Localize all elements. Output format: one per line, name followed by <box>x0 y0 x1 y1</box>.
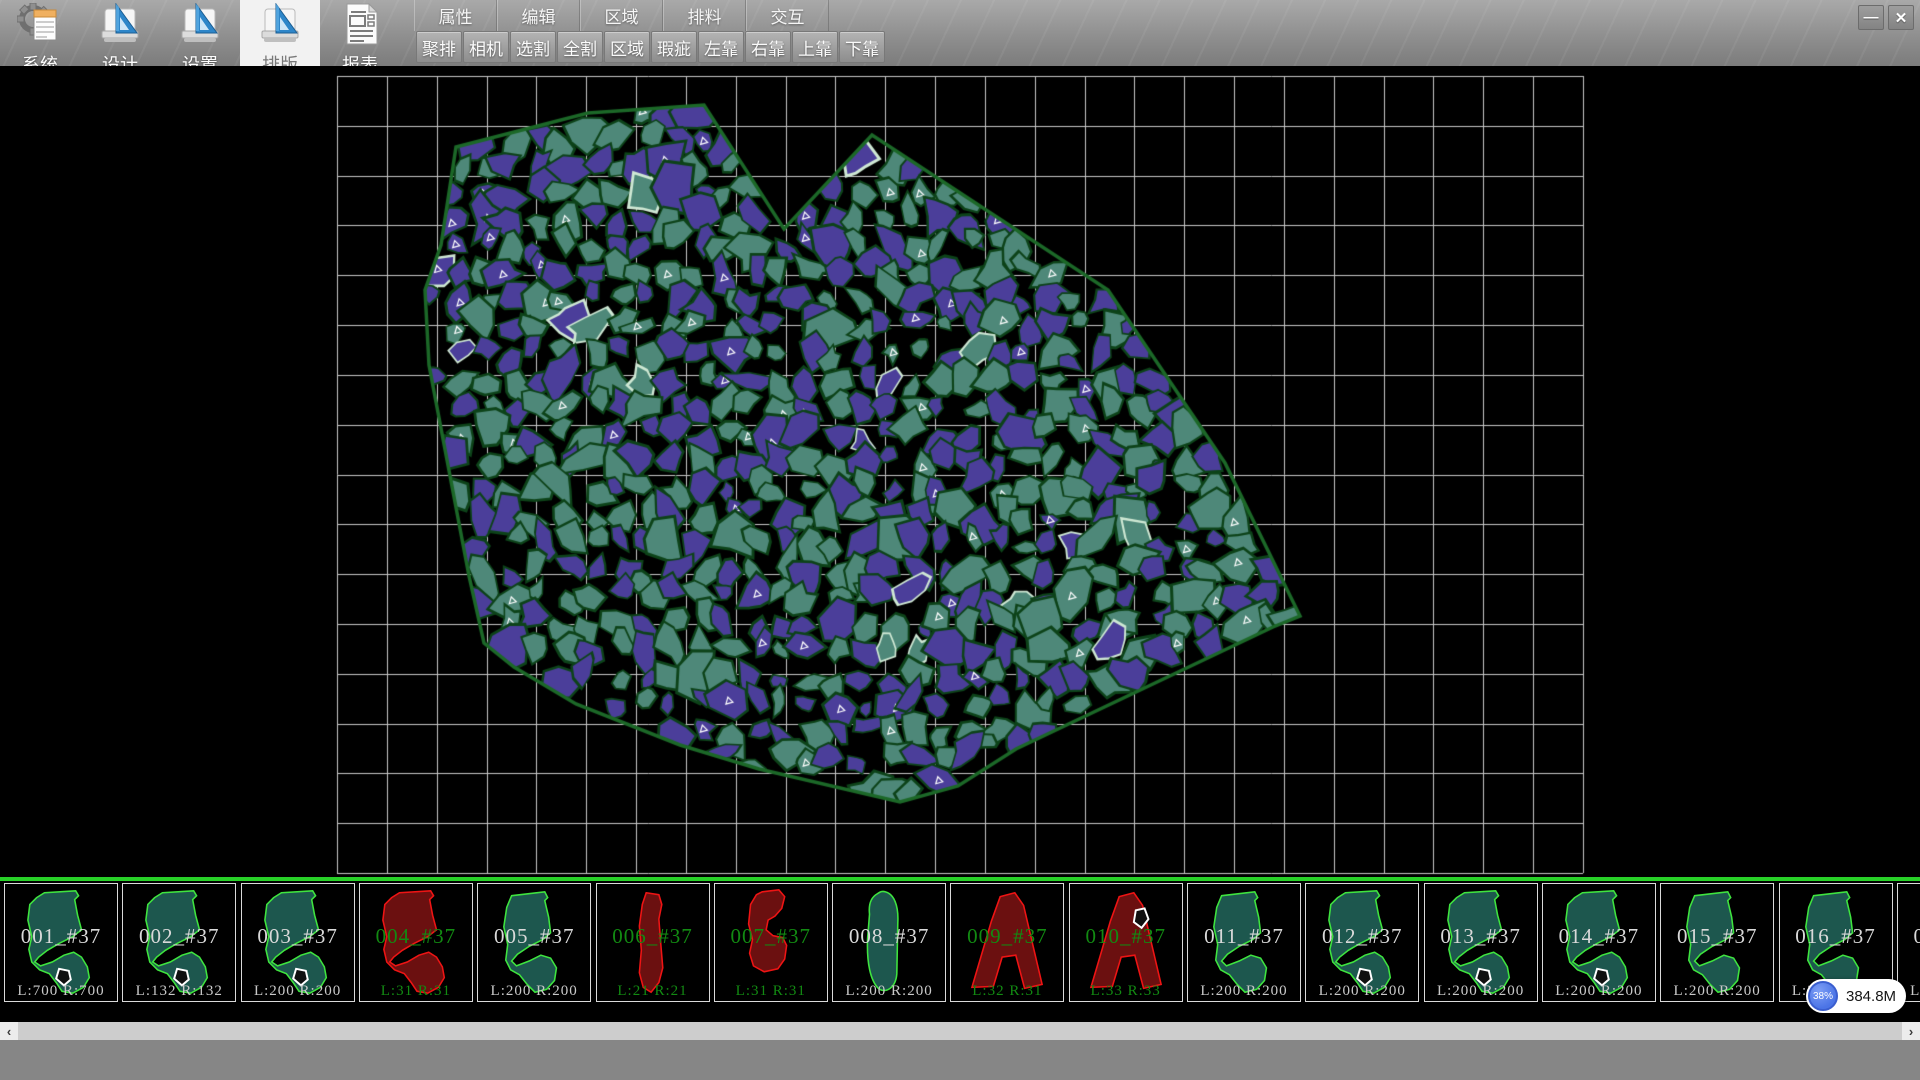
piece-thumbnail-015_#37[interactable]: 015_#37 L:200 R:200 <box>1660 883 1774 1002</box>
tool-button-1[interactable]: 聚排 <box>416 31 462 63</box>
tool-button-10[interactable]: 下靠 <box>839 31 885 63</box>
piece-thumbnail-010_#37[interactable]: 010_#37 L:33 R:33 <box>1069 883 1183 1002</box>
piece-shape <box>951 884 1064 1001</box>
piece-shape <box>242 884 355 1001</box>
gear-document-icon <box>17 3 63 50</box>
piece-shape <box>360 884 473 1001</box>
tool-button-7[interactable]: 左靠 <box>698 31 744 63</box>
piece-shape <box>5 884 118 1001</box>
piece-thumbnail-008_#37[interactable]: 008_#37 L:200 R:200 <box>832 883 946 1002</box>
piece-shape <box>1661 884 1774 1001</box>
scroll-right-button[interactable]: › <box>1902 1022 1920 1040</box>
piece-thumbnail-014_#37[interactable]: 014_#37 L:200 R:200 <box>1542 883 1656 1002</box>
menu-item-2[interactable]: 编辑 <box>497 0 580 31</box>
module-button-3[interactable]: 设置 <box>160 0 240 66</box>
piece-thumbnail-009_#37[interactable]: 009_#37 L:32 R:31 <box>950 883 1064 1002</box>
set-square-icon <box>177 3 223 50</box>
piece-thumbnail-002_#37[interactable]: 002_#37 L:132 R:132 <box>122 883 236 1002</box>
module-button-4[interactable]: 排版 <box>240 0 320 66</box>
tool-button-6[interactable]: 瑕疵 <box>651 31 697 63</box>
close-button[interactable]: ✕ <box>1888 5 1914 30</box>
piece-shape <box>1070 884 1183 1001</box>
piece-thumbnail-005_#37[interactable]: 005_#37 L:200 R:200 <box>477 883 591 1002</box>
top-toolbar: 系统 设计 设置 排版 报表 属性编辑区域排料交互 聚排相机选割 <box>0 0 1920 66</box>
report-icon <box>337 3 383 50</box>
module-buttons: 系统 设计 设置 排版 报表 <box>0 0 400 66</box>
piece-shape <box>597 884 710 1001</box>
module-button-2[interactable]: 设计 <box>80 0 160 66</box>
nesting-canvas[interactable] <box>0 66 1920 878</box>
horizontal-scrollbar[interactable]: ‹ › <box>0 1022 1920 1040</box>
piece-thumbnail-012_#37[interactable]: 012_#37 L:200 R:200 <box>1305 883 1419 1002</box>
scroll-left-button[interactable]: ‹ <box>0 1022 18 1040</box>
module-button-5[interactable]: 报表 <box>320 0 400 66</box>
menu-item-1[interactable]: 属性 <box>414 0 497 31</box>
tool-button-2[interactable]: 相机 <box>463 31 509 63</box>
piece-shape <box>1543 884 1656 1001</box>
tool-button-3[interactable]: 选割 <box>510 31 556 63</box>
piece-thumbnail-006_#37[interactable]: 006_#37 L:21 R:21 <box>596 883 710 1002</box>
piece-shape <box>1188 884 1301 1001</box>
piece-shape <box>833 884 946 1001</box>
piece-shape <box>478 884 591 1001</box>
piece-thumbnail-013_#37[interactable]: 013_#37 L:200 R:200 <box>1424 883 1538 1002</box>
minimize-button[interactable]: — <box>1858 5 1884 30</box>
menu-bar: 属性编辑区域排料交互 <box>414 0 829 31</box>
piece-thumbnail-004_#37[interactable]: 004_#37 L:31 R:31 <box>359 883 473 1002</box>
window-controls: —✕ <box>1858 5 1914 30</box>
piece-thumbnail-007_#37[interactable]: 007_#37 L:31 R:31 <box>714 883 828 1002</box>
memory-value: 384.8M <box>1846 988 1896 1005</box>
piece-thumbnail-011_#37[interactable]: 011_#37 L:200 R:200 <box>1187 883 1301 1002</box>
tool-button-9[interactable]: 上靠 <box>792 31 838 63</box>
piece-thumbnail-003_#37[interactable]: 003_#37 L:200 R:200 <box>241 883 355 1002</box>
piece-thumbnail-001_#37[interactable]: 001_#37 L:700 R:700 <box>4 883 118 1002</box>
piece-thumbnail-strip: 001_#37 L:700 R:700 002_#37 L:132 R:132 … <box>0 881 1920 1023</box>
memory-usage-pill: 38% 384.8M <box>1806 979 1906 1013</box>
menu-item-4[interactable]: 排料 <box>663 0 746 31</box>
module-button-1[interactable]: 系统 <box>0 0 80 66</box>
piece-shape <box>123 884 236 1001</box>
tool-button-4[interactable]: 全割 <box>557 31 603 63</box>
menu-item-5[interactable]: 交互 <box>746 0 829 31</box>
piece-shape <box>1425 884 1538 1001</box>
status-bar <box>0 1040 1920 1080</box>
tool-buttons-bar: 聚排相机选割全割区域瑕疵左靠右靠上靠下靠 <box>416 31 885 63</box>
set-square-icon <box>97 3 143 50</box>
progress-circle: 38% <box>1808 981 1838 1011</box>
tool-button-5[interactable]: 区域 <box>604 31 650 63</box>
tool-button-8[interactable]: 右靠 <box>745 31 791 63</box>
set-square-icon <box>257 3 303 50</box>
menu-item-3[interactable]: 区域 <box>580 0 663 31</box>
piece-shape <box>1306 884 1419 1001</box>
piece-shape <box>715 884 828 1001</box>
